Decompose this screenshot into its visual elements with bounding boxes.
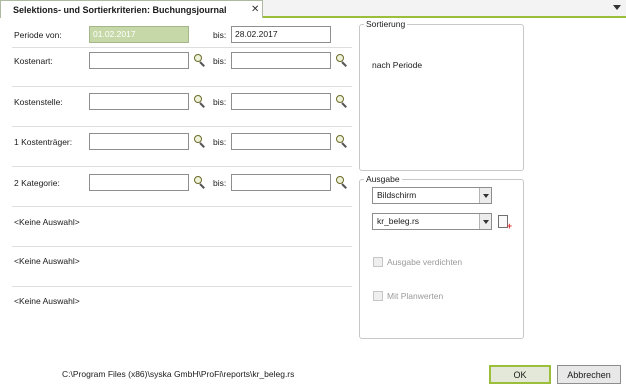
no-selection-2[interactable]: <Keine Auswahl> <box>14 256 80 266</box>
kategorie-von-input[interactable] <box>89 174 189 191</box>
sortierung-group <box>359 24 524 171</box>
no-selection-1[interactable]: <Keine Auswahl> <box>14 217 80 227</box>
search-icon[interactable] <box>336 54 348 67</box>
kostentraeger-von-input[interactable] <box>89 133 189 150</box>
search-icon[interactable] <box>194 135 206 148</box>
close-icon[interactable]: ✕ <box>251 4 259 15</box>
periode-bis-input[interactable]: 28.02.2017 <box>231 26 331 43</box>
search-icon[interactable] <box>194 176 206 189</box>
kostenart-label: Kostenart: <box>14 56 53 66</box>
kostenart-bis-input[interactable] <box>231 52 331 69</box>
sortierung-title: Sortierung <box>364 19 408 29</box>
search-icon[interactable] <box>336 176 348 189</box>
sortierung-value[interactable]: nach Periode <box>372 60 422 70</box>
kostenart-von-input[interactable] <box>89 52 189 69</box>
chevron-down-icon[interactable] <box>479 188 491 203</box>
ausgabe-target-select[interactable]: Bildschirm <box>372 187 492 204</box>
no-selection-3[interactable]: <Keine Auswahl> <box>14 296 80 306</box>
divider <box>12 206 352 207</box>
chevron-down-icon[interactable] <box>613 5 621 10</box>
search-icon[interactable] <box>336 135 348 148</box>
tab-buchungsjournal[interactable]: Selektions- und Sortierkriterien: Buchun… <box>0 0 263 18</box>
new-document-icon[interactable]: + <box>498 215 512 231</box>
search-icon[interactable] <box>194 54 206 67</box>
report-path: C:\Program Files (x86)\syska GmbH\ProFi\… <box>62 369 295 379</box>
divider <box>12 286 352 287</box>
kategorie-bis-input[interactable] <box>231 174 331 191</box>
compress-checkbox[interactable] <box>373 257 383 267</box>
divider <box>12 86 352 87</box>
kategorie-bis-label: bis: <box>213 178 227 188</box>
kostenstelle-bis-input[interactable] <box>231 93 331 110</box>
periode-label: Periode von: <box>14 30 62 40</box>
plan-values-label: Mit Planwerten <box>387 291 444 301</box>
ok-button[interactable]: OK <box>489 365 551 384</box>
search-icon[interactable] <box>336 95 348 108</box>
report-value: kr_beleg.rs <box>377 216 420 226</box>
tab-title: Selektions- und Sortierkriterien: Buchun… <box>13 4 227 15</box>
kostenart-bis-label: bis: <box>213 56 227 66</box>
report-select[interactable]: kr_beleg.rs <box>372 213 492 230</box>
compress-label: Ausgabe verdichten <box>387 257 463 267</box>
tab-bar: Selektions- und Sortierkriterien: Buchun… <box>0 0 626 18</box>
search-icon[interactable] <box>194 95 206 108</box>
periode-von-input[interactable]: 01.02.2017 <box>89 26 189 43</box>
divider <box>12 246 352 247</box>
kategorie-label: 2 Kategorie: <box>14 178 60 188</box>
kostentraeger-bis-input[interactable] <box>231 133 331 150</box>
kostentraeger-bis-label: bis: <box>213 137 227 147</box>
kostentraeger-label: 1 Kostenträger: <box>14 137 73 147</box>
periode-bis-label: bis: <box>213 30 227 40</box>
divider <box>12 126 352 127</box>
plan-values-checkbox[interactable] <box>373 291 383 301</box>
divider <box>12 47 352 48</box>
kostenstelle-bis-label: bis: <box>213 97 227 107</box>
cancel-button[interactable]: Abbrechen <box>557 365 621 384</box>
ausgabe-target-value: Bildschirm <box>377 190 417 200</box>
divider <box>12 166 352 167</box>
ausgabe-title: Ausgabe <box>364 174 402 184</box>
kostenstelle-label: Kostenstelle: <box>14 97 63 107</box>
chevron-down-icon[interactable] <box>479 214 491 229</box>
kostenstelle-von-input[interactable] <box>89 93 189 110</box>
